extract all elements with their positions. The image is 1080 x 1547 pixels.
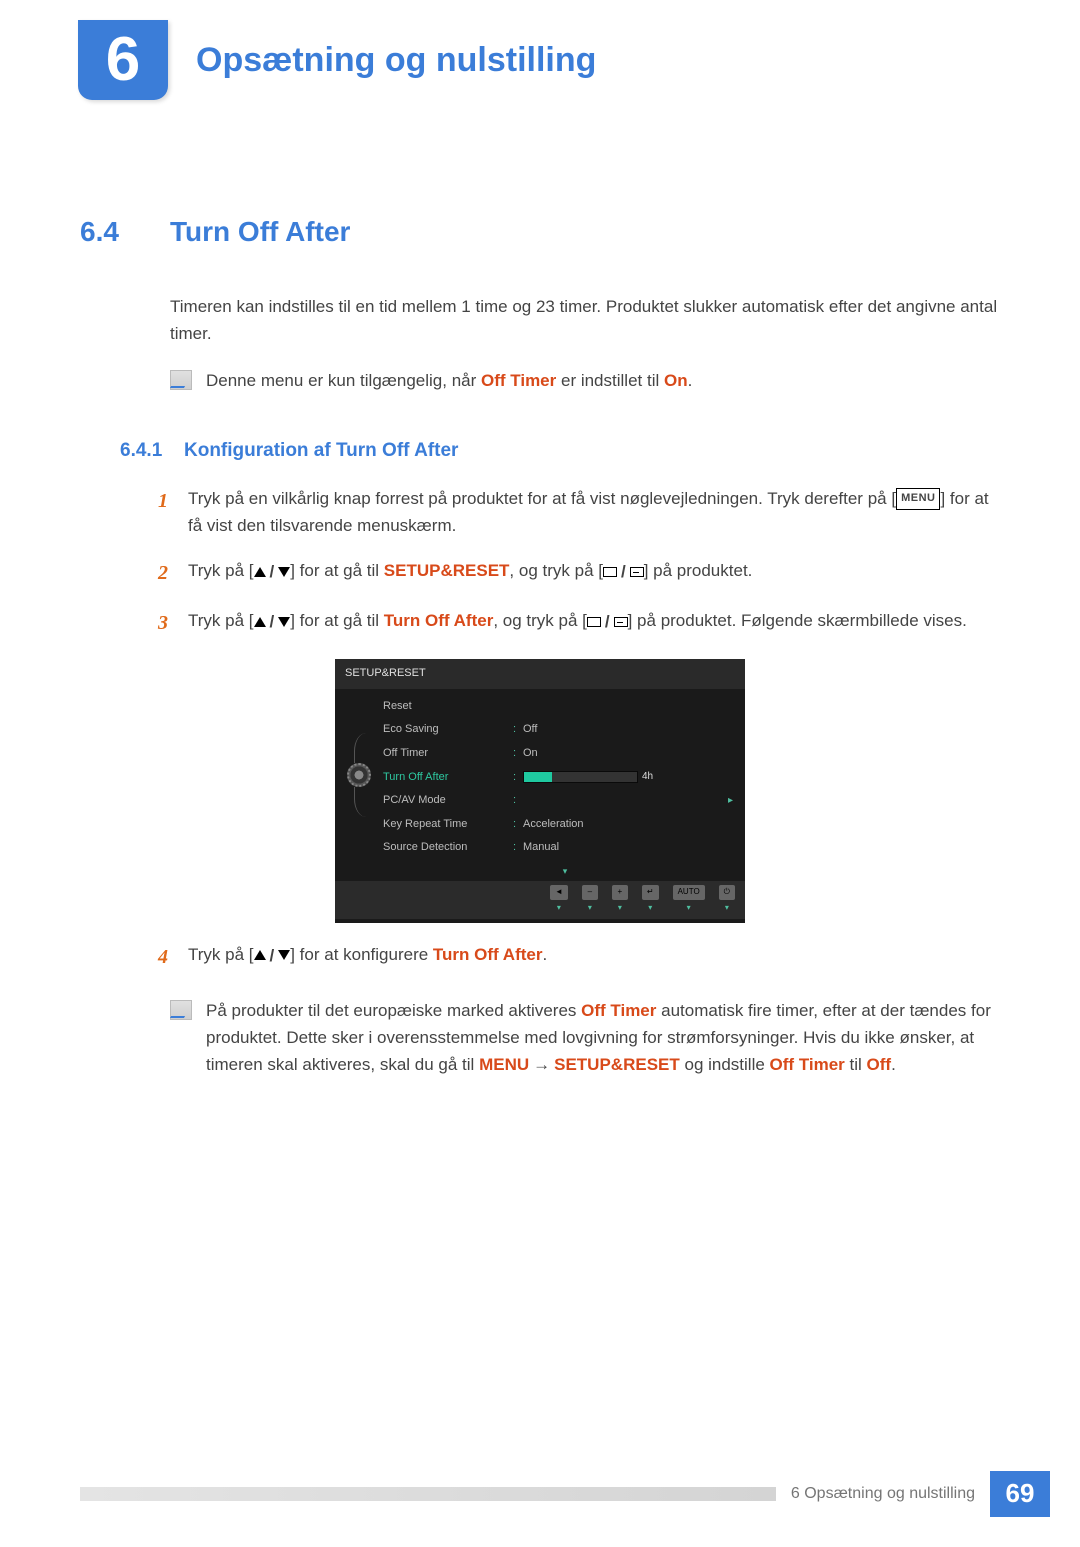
osd-row-value: Acceleration xyxy=(523,816,584,834)
osd-row: Key Repeat Time:Acceleration xyxy=(383,813,733,837)
osd-footer-button: AUTO▾ xyxy=(673,885,705,915)
osd-footer-button: ⏻▾ xyxy=(719,885,735,915)
chapter-title: Opsætning og nulstilling xyxy=(196,33,596,87)
osd-row-label: Source Detection xyxy=(383,839,513,857)
subsection-number: 6.4.1 xyxy=(120,436,184,466)
step-number: 3 xyxy=(158,607,188,639)
note-eu-regulation: På produkter til det europæiske marked a… xyxy=(170,997,1000,1079)
osd-slider-value: 4h xyxy=(642,769,653,785)
osd-row: Reset xyxy=(383,695,733,719)
osd-footer-button: ◄▾ xyxy=(550,885,568,915)
page-footer: 6 Opsætning og nulstilling 69 xyxy=(80,1471,1080,1517)
enter-source-icon: / xyxy=(587,608,628,635)
osd-menu-list: ResetEco Saving:OffOff Timer:OnTurn Off … xyxy=(383,695,745,860)
section-heading: 6.4 Turn Off After xyxy=(80,210,1080,255)
osd-row: PC/AV Mode:▸ xyxy=(383,789,733,813)
osd-slider-bar xyxy=(523,771,638,783)
osd-row-label: Eco Saving xyxy=(383,721,513,739)
osd-row-label: Off Timer xyxy=(383,745,513,763)
osd-footer-button: –▾ xyxy=(582,885,598,915)
osd-footer-buttons: ◄▾ –▾ +▾ ↵▾ AUTO▾ ⏻▾ xyxy=(335,881,745,919)
osd-footer-button: ↵▾ xyxy=(642,885,659,915)
chapter-header: 6 Opsætning og nulstilling xyxy=(78,20,1080,100)
menu-button-label: MENU xyxy=(896,488,940,510)
gear-icon xyxy=(347,763,371,787)
step-text: Tryk på [/] for at gå til Turn Off After… xyxy=(188,607,967,639)
step-number: 1 xyxy=(158,485,188,539)
section-intro: Timeren kan indstilles til en tid mellem… xyxy=(170,293,1000,347)
step-2: 2 Tryk på [/] for at gå til SETUP&RESET,… xyxy=(158,557,1000,589)
subsection-heading: 6.4.1 Konfiguration af Turn Off After xyxy=(120,436,1080,466)
subsection-title: Konfiguration af Turn Off After xyxy=(184,436,458,466)
footer-chapter-text: 6 Opsætning og nulstilling xyxy=(776,1481,990,1507)
osd-caret-icon: ▸ xyxy=(728,793,733,809)
osd-row: Eco Saving:Off xyxy=(383,718,733,742)
page-number: 69 xyxy=(990,1471,1050,1517)
note-text: Denne menu er kun tilgængelig, når Off T… xyxy=(206,367,692,394)
osd-row: Source Detection:Manual xyxy=(383,836,733,860)
up-down-arrows-icon: / xyxy=(254,608,291,635)
osd-row: Off Timer:On xyxy=(383,742,733,766)
up-down-arrows-icon: / xyxy=(254,942,291,969)
osd-row-label: Reset xyxy=(383,698,513,716)
osd-row-value: Manual xyxy=(523,839,559,857)
note-icon xyxy=(170,1000,192,1020)
osd-row-value: On xyxy=(523,745,538,763)
osd-row-value: Off xyxy=(523,721,537,739)
step-4: 4 Tryk på [/] for at konfigurere Turn Of… xyxy=(158,941,1000,973)
section-title: Turn Off After xyxy=(170,210,350,255)
osd-footer-button: +▾ xyxy=(612,885,628,915)
note-availability: Denne menu er kun tilgængelig, når Off T… xyxy=(170,367,1000,394)
enter-source-icon: / xyxy=(603,558,644,585)
chapter-number-badge: 6 xyxy=(78,20,168,100)
note-icon xyxy=(170,370,192,390)
step-1: 1 Tryk på en vilkårlig knap forrest på p… xyxy=(158,485,1000,539)
osd-row-label: PC/AV Mode xyxy=(383,792,513,810)
osd-screenshot: SETUP&RESET ResetEco Saving:OffOff Timer… xyxy=(335,659,745,923)
footer-bar xyxy=(80,1487,776,1501)
step-number: 4 xyxy=(158,941,188,973)
osd-row-label: Turn Off After xyxy=(383,769,513,787)
osd-row: Turn Off After:4h xyxy=(383,766,733,790)
step-text: Tryk på [/] for at konfigurere Turn Off … xyxy=(188,941,547,973)
osd-title: SETUP&RESET xyxy=(335,659,745,689)
step-3: 3 Tryk på [/] for at gå til Turn Off Aft… xyxy=(158,607,1000,639)
step-text: Tryk på en vilkårlig knap forrest på pro… xyxy=(188,485,1000,539)
up-down-arrows-icon: / xyxy=(254,558,291,585)
section-number: 6.4 xyxy=(80,210,170,255)
step-number: 2 xyxy=(158,557,188,589)
osd-row-label: Key Repeat Time xyxy=(383,816,513,834)
osd-sidebar xyxy=(335,695,383,860)
step-text: Tryk på [/] for at gå til SETUP&RESET, o… xyxy=(188,557,752,589)
osd-scroll-down-icon: ▾ xyxy=(335,864,745,878)
note-text: På produkter til det europæiske marked a… xyxy=(206,997,1000,1079)
